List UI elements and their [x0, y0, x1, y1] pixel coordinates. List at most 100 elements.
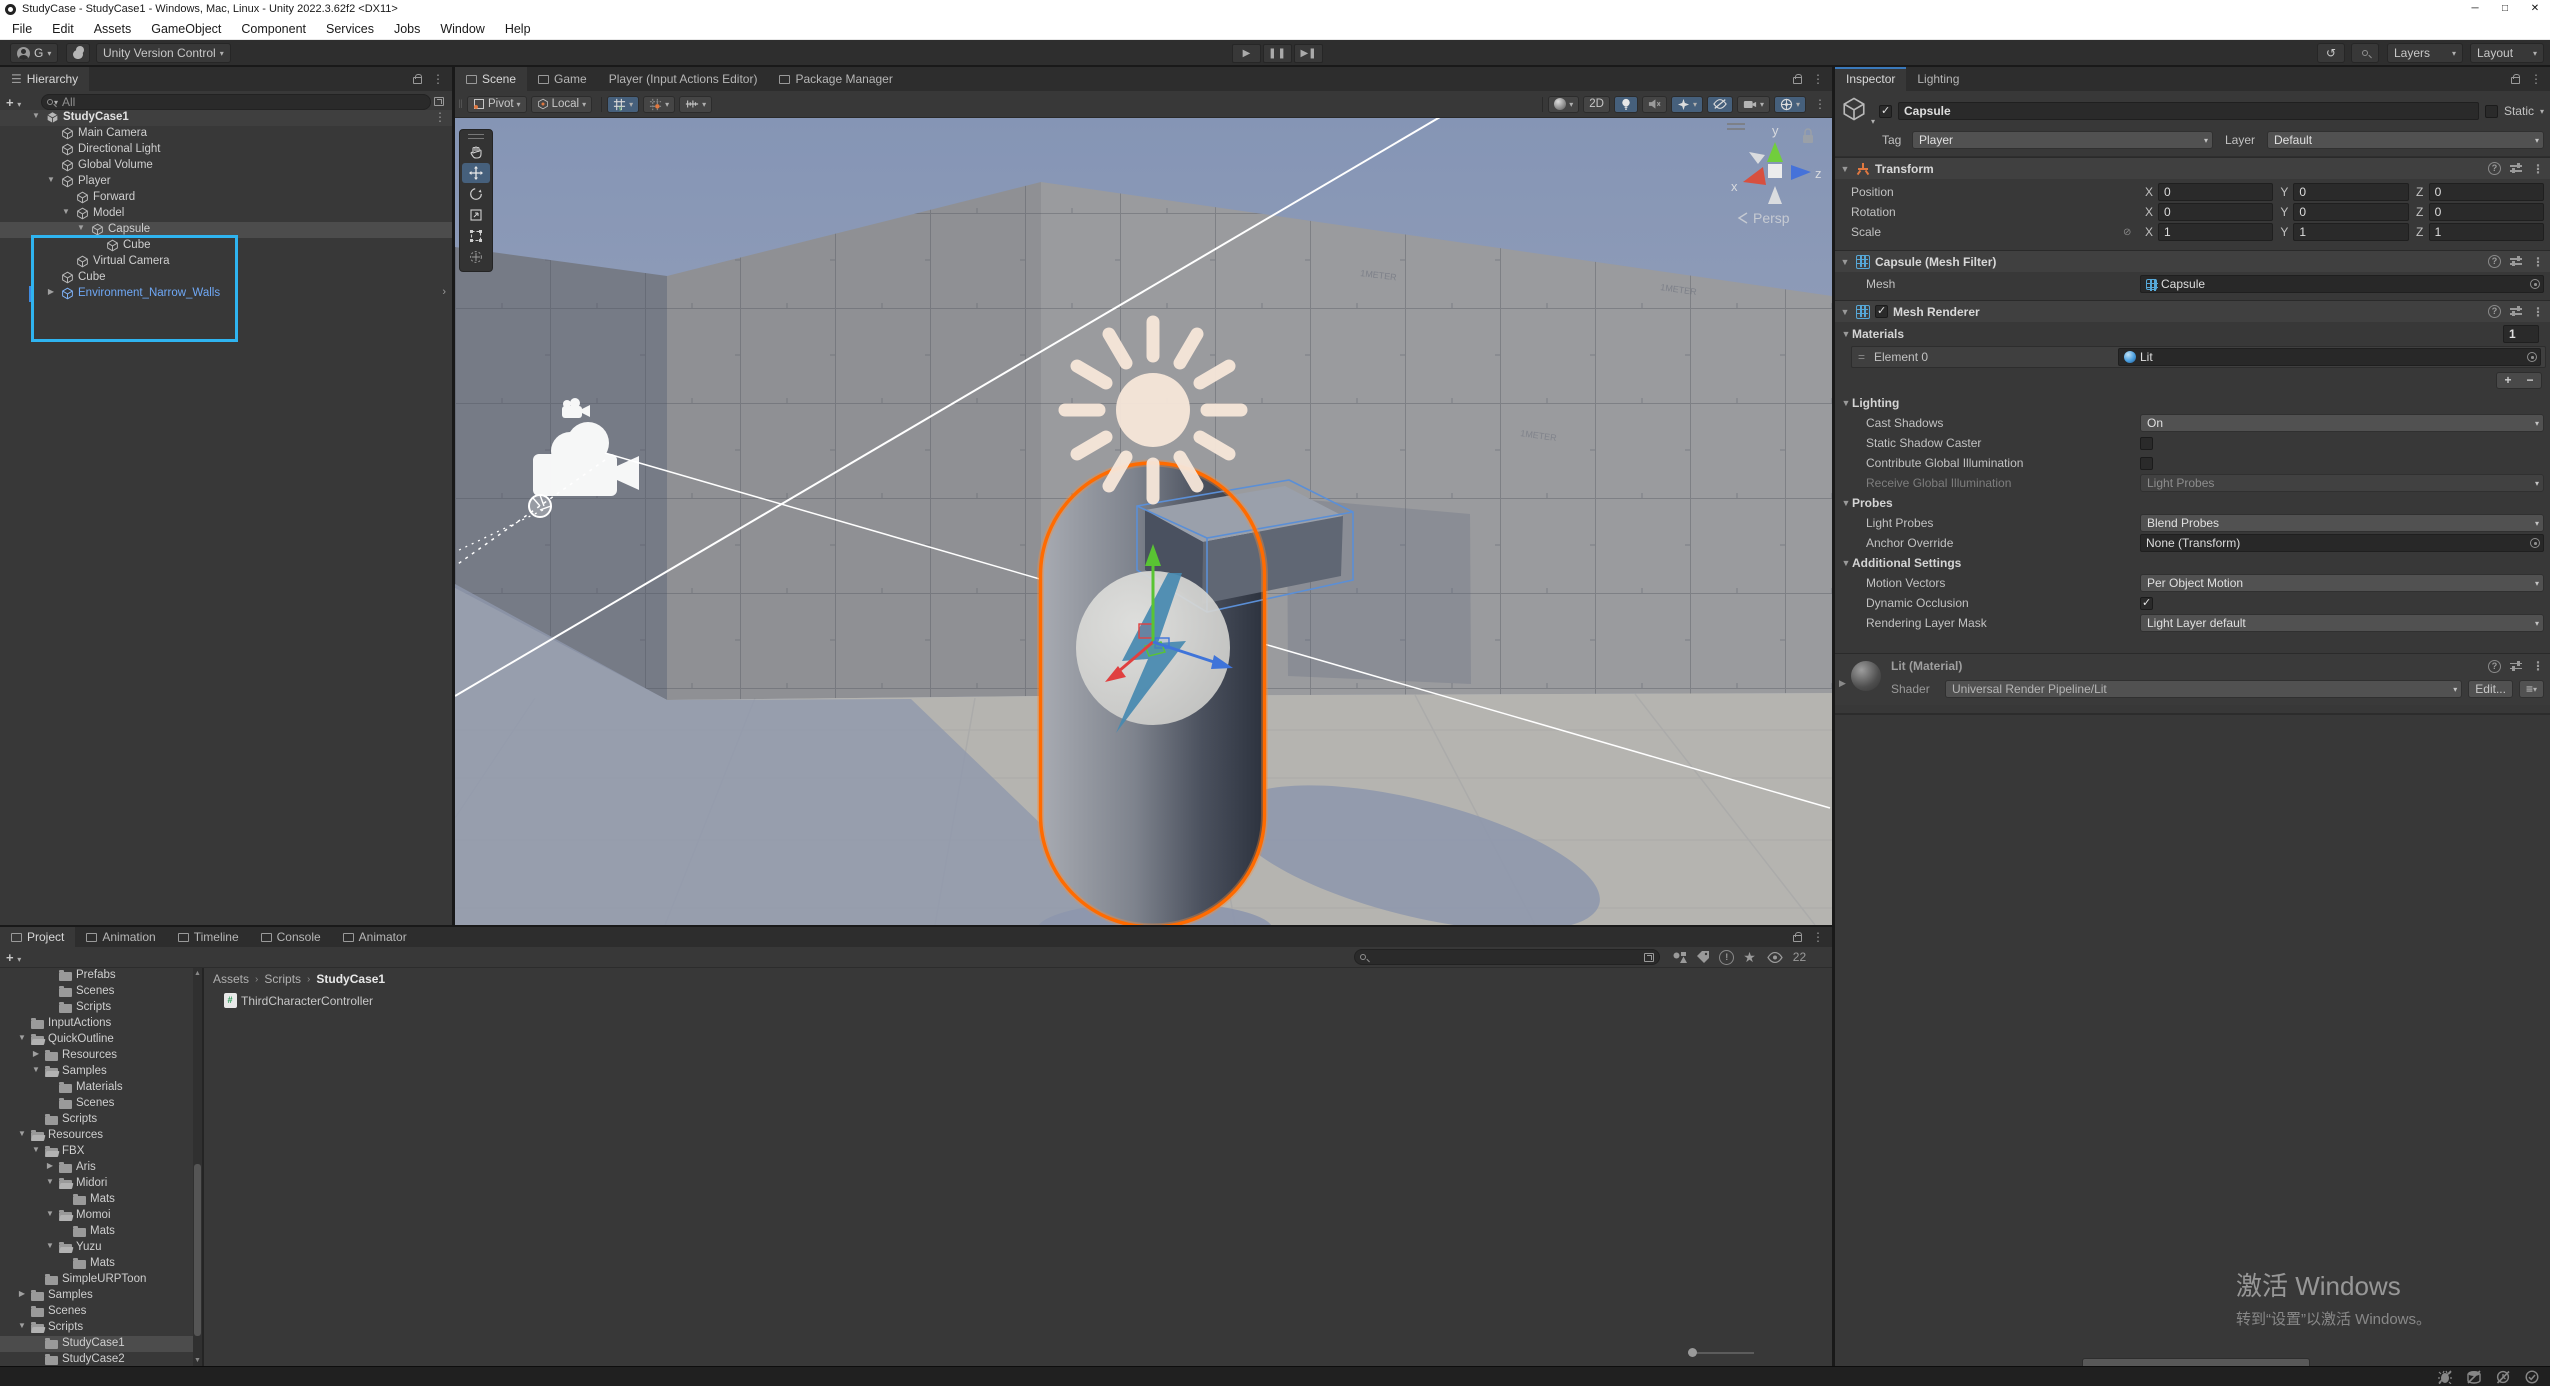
project-folder-aris[interactable]: ▶Aris: [0, 1160, 202, 1176]
project-create-button[interactable]: + ▾: [6, 950, 21, 965]
foldout-icon[interactable]: ▼: [16, 1129, 28, 1138]
mesh-renderer-enabled-checkbox[interactable]: [1875, 305, 1888, 318]
project-folder-midori[interactable]: ▼Midori: [0, 1176, 202, 1192]
material-element-row[interactable]: = Element 0 Lit: [1852, 347, 2545, 367]
remove-material-button[interactable]: −: [2519, 373, 2541, 388]
panel-menu-icon[interactable]: ⋮: [1812, 72, 1824, 86]
tab-lighting[interactable]: Lighting: [1906, 67, 1970, 91]
presets-icon[interactable]: [2510, 163, 2523, 174]
hierarchy-item-model[interactable]: ▼Model: [0, 206, 452, 222]
rotation-z-field[interactable]: 0: [2429, 203, 2544, 221]
project-folder-resources[interactable]: ▼Resources: [0, 1128, 202, 1144]
scale-x-field[interactable]: 1: [2158, 223, 2273, 241]
search-button[interactable]: [2351, 43, 2379, 63]
transform-tool-button[interactable]: [462, 247, 490, 267]
project-folder-scenes[interactable]: Scenes: [0, 984, 202, 1000]
mesh-object-field[interactable]: Capsule: [2140, 275, 2544, 293]
project-folder-samples[interactable]: ▼Samples: [0, 1064, 202, 1080]
material-object-field[interactable]: Lit: [2118, 348, 2541, 366]
scene-view-menu-icon[interactable]: ⋮: [1814, 97, 1826, 111]
snap-settings-dropdown[interactable]: ▾: [679, 96, 712, 113]
scene-lighting-toggle[interactable]: [1614, 96, 1638, 113]
increment-snap-toggle[interactable]: ▾: [643, 96, 675, 113]
rect-tool-button[interactable]: [462, 226, 490, 246]
foldout-icon[interactable]: ▼: [45, 175, 57, 184]
audio-mute-toggle[interactable]: [1642, 96, 1667, 113]
project-folder-fbx[interactable]: ▼FBX: [0, 1144, 202, 1160]
cache-disabled-icon[interactable]: [2466, 1370, 2482, 1384]
project-folder-simpleurptoon[interactable]: SimpleURPToon: [0, 1272, 202, 1288]
project-folder-materials[interactable]: Materials: [0, 1080, 202, 1096]
anchor-override-field[interactable]: None (Transform): [2140, 534, 2544, 552]
presets-icon[interactable]: [2510, 306, 2523, 317]
hierarchy-item-studycase1[interactable]: ▼StudyCase1⋮: [0, 110, 452, 126]
camera-settings-dropdown[interactable]: ▾: [1737, 96, 1770, 113]
cloud-button[interactable]: [66, 43, 90, 63]
project-search-input[interactable]: [1354, 949, 1660, 965]
search-by-label-icon[interactable]: [1696, 951, 1710, 964]
additional-settings-foldout[interactable]: ▼Additional Settings: [1835, 553, 2550, 573]
project-folder-momoi[interactable]: ▼Momoi: [0, 1208, 202, 1224]
project-tree-scrollbar[interactable]: ▲ ▼: [193, 968, 202, 1366]
search-by-type-icon[interactable]: [1672, 951, 1687, 964]
tab-console[interactable]: Console: [250, 927, 332, 947]
menu-gameobject[interactable]: GameObject: [141, 18, 231, 40]
foldout-icon[interactable]: ▼: [75, 223, 87, 232]
foldout-icon[interactable]: ▼: [44, 1241, 56, 1250]
foldout-icon[interactable]: ▼: [30, 111, 42, 120]
active-checkbox[interactable]: [1879, 105, 1892, 118]
probes-foldout[interactable]: ▼Probes: [1835, 493, 2550, 513]
static-dropdown-icon[interactable]: ▾: [2540, 107, 2544, 116]
foldout-icon[interactable]: ▼: [44, 1177, 56, 1186]
breadcrumb-studycase1[interactable]: StudyCase1: [314, 972, 387, 986]
open-search-window-icon[interactable]: [1644, 953, 1654, 962]
scale-z-field[interactable]: 1: [2429, 223, 2544, 241]
menu-edit[interactable]: Edit: [42, 18, 84, 40]
alert-icon[interactable]: !: [1719, 950, 1734, 965]
static-shadow-caster-checkbox[interactable]: [2140, 437, 2153, 450]
component-menu-icon[interactable]: ⋮: [2532, 305, 2544, 319]
material-menu-icon[interactable]: ⋮: [2532, 659, 2544, 673]
tab-player-input-actions-editor-[interactable]: Player (Input Actions Editor): [598, 67, 769, 91]
project-folder-mats[interactable]: Mats: [0, 1224, 202, 1240]
foldout-icon[interactable]: ▼: [44, 1209, 56, 1218]
project-folder-mats[interactable]: Mats: [0, 1256, 202, 1272]
gameobject-icon[interactable]: ▾: [1841, 96, 1873, 126]
2d-toggle[interactable]: 2D: [1583, 96, 1610, 113]
foldout-icon[interactable]: ▼: [30, 1065, 42, 1074]
materials-foldout[interactable]: ▼Materials 1: [1835, 324, 2550, 344]
hierarchy-item-virtual-camera[interactable]: Virtual Camera: [0, 254, 452, 270]
pause-button[interactable]: ❚❚: [1263, 44, 1292, 63]
menu-jobs[interactable]: Jobs: [384, 18, 430, 40]
presets-icon[interactable]: [2510, 256, 2523, 267]
object-picker-icon[interactable]: [2530, 538, 2540, 548]
rotation-x-field[interactable]: 0: [2158, 203, 2273, 221]
undo-history-button[interactable]: ↺: [2317, 43, 2345, 63]
drag-handle-icon[interactable]: =: [1858, 350, 1874, 364]
tab-package-manager[interactable]: Package Manager: [768, 67, 903, 91]
project-folder-scripts[interactable]: Scripts: [0, 1112, 202, 1128]
aperture-gizmo[interactable]: [529, 495, 551, 517]
prefab-open-chevron-icon[interactable]: ›: [442, 286, 446, 298]
debugger-disabled-icon[interactable]: [2437, 1370, 2453, 1384]
create-button[interactable]: + ▾: [6, 95, 21, 110]
mesh-renderer-header[interactable]: ▼ Mesh Renderer ?⋮: [1835, 300, 2550, 322]
tab-project[interactable]: Project: [0, 927, 75, 947]
contribute-gi-checkbox[interactable]: [2140, 457, 2153, 470]
asset-item[interactable]: ThirdCharacterController: [224, 992, 1832, 1009]
light-probes-dropdown[interactable]: Blend Probes▾: [2140, 514, 2544, 532]
hierarchy-item-capsule[interactable]: ▼Capsule: [0, 222, 452, 238]
component-menu-icon[interactable]: ⋮: [2532, 255, 2544, 269]
shader-dropdown[interactable]: Universal Render Pipeline/Lit▾: [1945, 680, 2462, 698]
hierarchy-item-forward[interactable]: Forward: [0, 190, 452, 206]
project-folder-resources[interactable]: ▶Resources: [0, 1048, 202, 1064]
scroll-up-icon[interactable]: ▲: [193, 970, 202, 977]
minimize-button[interactable]: ─: [2460, 0, 2490, 18]
foldout-icon[interactable]: ▶: [16, 1289, 28, 1298]
project-folder-mats[interactable]: Mats: [0, 1192, 202, 1208]
motion-vectors-dropdown[interactable]: Per Object Motion▾: [2140, 574, 2544, 592]
play-button[interactable]: ▶: [1232, 44, 1261, 63]
help-icon[interactable]: ?: [2488, 305, 2501, 318]
lock-icon[interactable]: [413, 77, 422, 84]
menu-window[interactable]: Window: [430, 18, 494, 40]
